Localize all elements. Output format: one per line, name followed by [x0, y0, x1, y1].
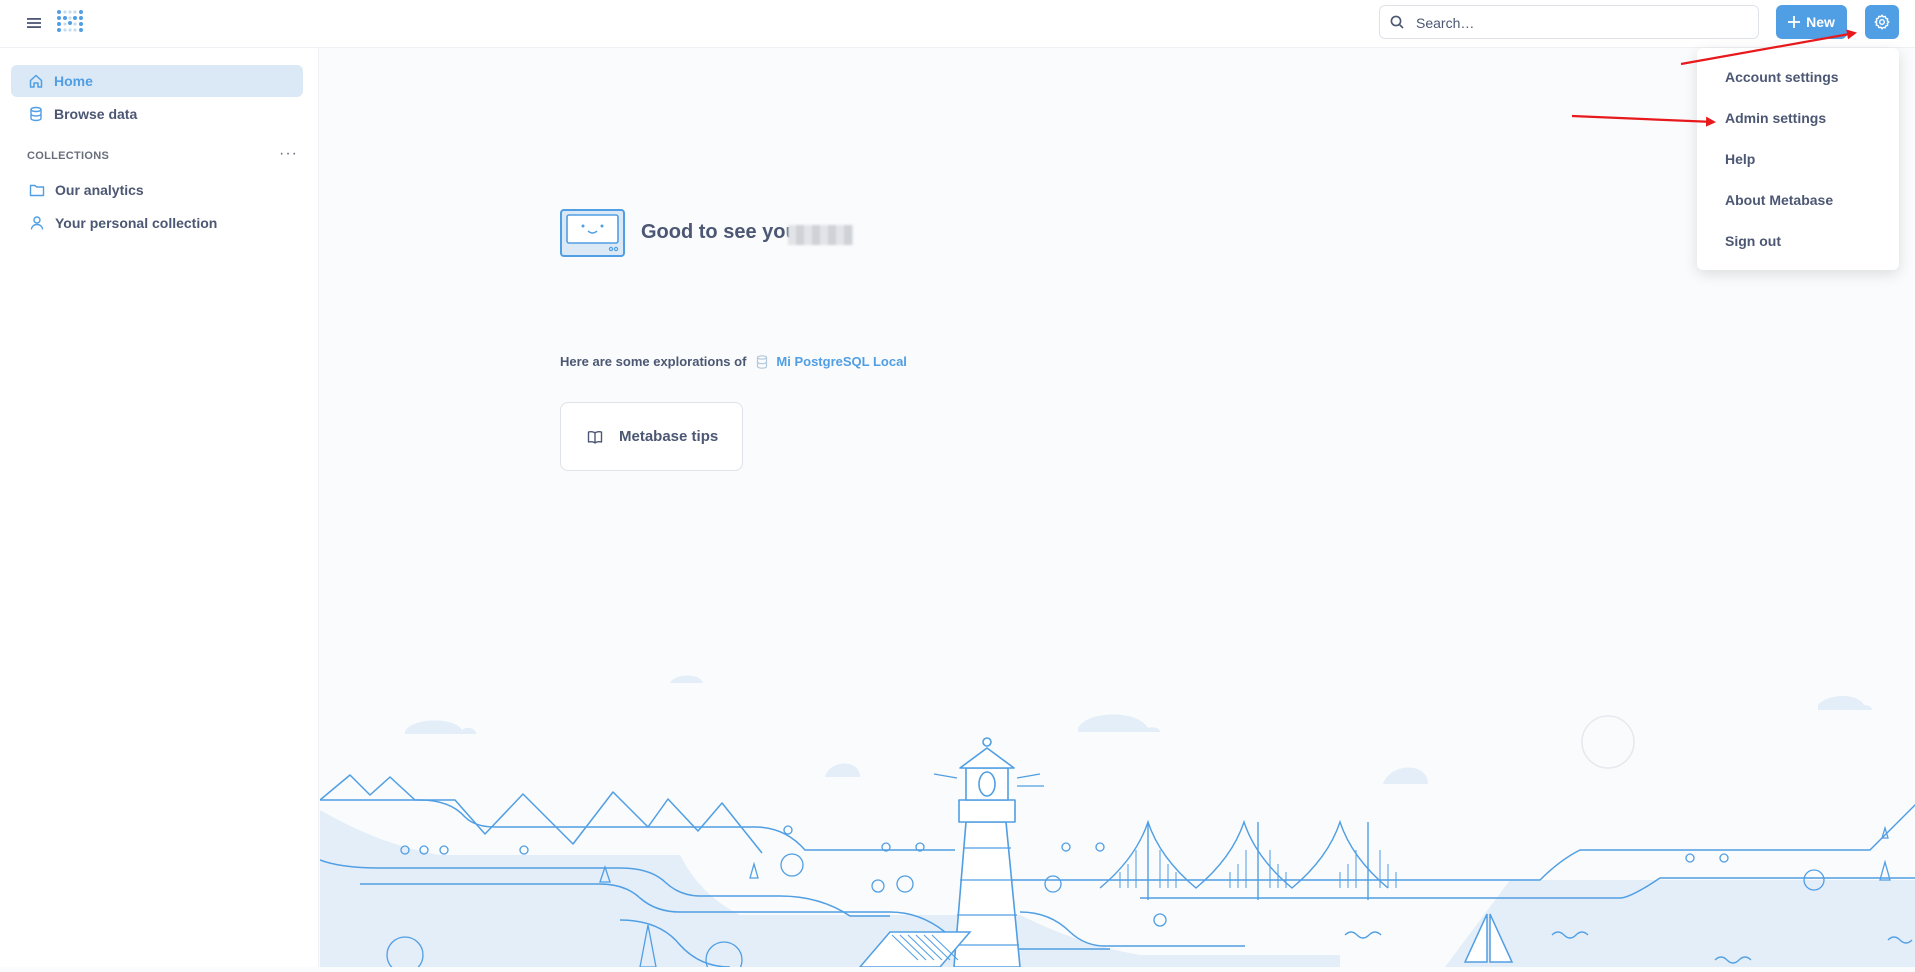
menu-item-about-metabase[interactable]: About Metabase — [1725, 192, 1833, 208]
settings-dropdown-menu: Account settings Admin settings Help Abo… — [1697, 48, 1899, 270]
hamburger-menu-icon[interactable] — [26, 15, 42, 31]
top-navbar: New — [0, 0, 1915, 48]
blurred-username — [788, 225, 853, 245]
collections-more-options-icon[interactable]: ··· — [279, 145, 298, 163]
database-icon — [28, 106, 44, 122]
search-bar[interactable] — [1379, 5, 1759, 40]
settings-gear-button[interactable] — [1865, 5, 1899, 39]
menu-item-account-settings[interactable]: Account settings — [1725, 69, 1839, 85]
book-icon — [587, 430, 603, 444]
sidebar-item-label: Our analytics — [55, 182, 144, 198]
metabase-tips-label: Metabase tips — [619, 428, 719, 445]
collections-heading: COLLECTIONS — [27, 150, 110, 162]
metabase-tips-card[interactable]: Metabase tips — [560, 402, 743, 471]
person-icon — [29, 215, 45, 231]
search-icon — [1390, 15, 1404, 29]
sidebar-item-our-analytics[interactable]: Our analytics — [11, 174, 303, 206]
new-button-label: New — [1806, 14, 1835, 30]
search-input[interactable] — [1414, 6, 1748, 40]
database-link[interactable]: Mi PostgreSQL Local — [756, 354, 907, 369]
sidebar-item-label: Home — [54, 73, 93, 89]
sidebar-item-personal-collection[interactable]: Your personal collection — [11, 207, 303, 239]
explorations-line: Here are some explorations of Mi Postgre… — [560, 354, 907, 369]
sidebar-item-browse-data[interactable]: Browse data — [11, 98, 303, 130]
sidebar-item-home[interactable]: Home — [11, 65, 303, 97]
folder-icon — [29, 182, 45, 198]
sidebar: Home Browse data COLLECTIONS ··· Our ana… — [0, 48, 319, 967]
explorations-text: Here are some explorations of — [560, 354, 747, 369]
greeting-text: Good to see you, — [641, 221, 804, 243]
new-button[interactable]: New — [1776, 5, 1847, 39]
menu-item-admin-settings[interactable]: Admin settings — [1725, 110, 1826, 126]
greeting-robot-icon — [560, 209, 625, 257]
arrow-to-admin-settings — [1571, 114, 1716, 127]
metabase-logo-icon[interactable] — [55, 7, 85, 39]
menu-item-help[interactable]: Help — [1725, 151, 1755, 167]
gear-icon — [1874, 14, 1890, 30]
sidebar-item-label: Browse data — [54, 106, 138, 122]
sidebar-item-label: Your personal collection — [55, 215, 218, 231]
landscape-illustration — [319, 650, 1915, 972]
plus-icon — [1788, 16, 1801, 28]
menu-item-sign-out[interactable]: Sign out — [1725, 233, 1781, 249]
database-link-label: Mi PostgreSQL Local — [776, 354, 907, 369]
database-icon — [757, 354, 768, 369]
home-icon — [28, 73, 44, 89]
